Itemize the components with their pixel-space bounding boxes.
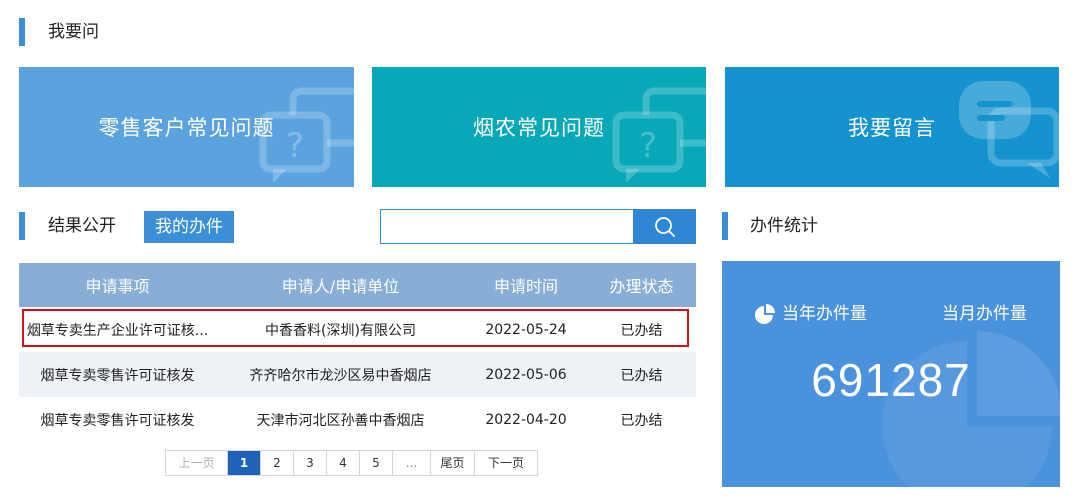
svg-text:?: ?	[286, 126, 304, 166]
cell-status: 已办结	[620, 412, 663, 429]
search-icon	[654, 216, 675, 237]
last-page-button[interactable]: 尾页	[431, 451, 475, 475]
cell-item: 烟草专卖生产企业许可证核...	[19, 307, 216, 352]
cell-status: 已办结	[587, 307, 696, 352]
cell-date: 2022-05-06	[465, 352, 587, 397]
page-ellipsis: ...	[393, 451, 431, 475]
table-header-row: 申请事项 申请人/申请单位 申请时间 办理状态	[19, 263, 696, 307]
header-status: 办理状态	[587, 263, 696, 307]
page-4-button[interactable]: 4	[327, 451, 360, 475]
leave-message-label: 我要留言	[848, 116, 936, 140]
page-3-button[interactable]: 3	[294, 451, 327, 475]
header-item: 申请事项	[19, 263, 216, 307]
pie-chart-icon	[755, 304, 775, 324]
cell-applicant: 天津市河北区孙善中香烟店	[256, 412, 425, 429]
monthly-count-label: 当月办件量	[942, 304, 1027, 324]
farmer-faq-label: 烟农常见问题	[473, 116, 605, 140]
tab-annual-count[interactable]: 当年办件量	[754, 303, 867, 325]
stats-section-title: 办件统计	[750, 216, 818, 236]
header-applicant: 申请人/申请单位	[216, 263, 465, 307]
ask-section-title: 我要问	[48, 22, 99, 42]
results-table: 申请事项 申请人/申请单位 申请时间 办理状态 烟草专卖生产企业许可证核... …	[19, 263, 696, 442]
page-5-button[interactable]: 5	[360, 451, 393, 475]
table-row[interactable]: 烟草专卖零售许可证核发 齐齐哈尔市龙沙区易中香烟店 2022-05-06 已办结	[19, 352, 696, 397]
stats-card: 当年办件量 当月办件量 691287	[722, 261, 1060, 487]
cell-status: 已办结	[587, 352, 696, 397]
message-bubble-icon	[959, 81, 1059, 179]
header-date: 申请时间	[465, 263, 587, 307]
cell-item: 烟草专卖零售许可证核发	[19, 352, 216, 397]
cell-applicant: 中香香料(深圳)有限公司	[216, 307, 465, 352]
retail-faq-card[interactable]: ? 零售客户常见问题	[19, 67, 354, 187]
cell-applicant: 齐齐哈尔市龙沙区易中香烟店	[216, 352, 465, 397]
page-2-button[interactable]: 2	[261, 451, 294, 475]
table-row[interactable]: 烟草专卖零售许可证核发 天津市河北区孙善中香烟店 2022-04-20 已办结	[19, 397, 696, 442]
next-page-button[interactable]: 下一页	[475, 451, 537, 475]
pagination: 上一页 1 2 3 4 5 ... 尾页 下一页	[165, 450, 538, 476]
cell-date: 2022-05-24	[465, 307, 587, 352]
farmer-faq-card[interactable]: ? 烟农常见问题	[372, 67, 706, 187]
annual-count-label: 当年办件量	[782, 304, 867, 324]
page-1-button[interactable]: 1	[228, 451, 261, 475]
question-bubble-icon: ?	[612, 87, 706, 183]
search-input[interactable]	[380, 209, 634, 244]
section-marker	[19, 212, 25, 240]
section-marker	[19, 18, 25, 46]
retail-faq-label: 零售客户常见问题	[98, 116, 275, 140]
table-row[interactable]: 烟草专卖生产企业许可证核... 中香香料(深圳)有限公司 2022-05-24 …	[19, 307, 696, 352]
tab-my-cases[interactable]: 我的办件	[144, 211, 234, 243]
tab-public-results[interactable]: 结果公开	[48, 212, 116, 240]
section-marker	[722, 212, 728, 240]
search-button[interactable]	[633, 209, 696, 244]
leave-message-card[interactable]: 我要留言	[725, 67, 1059, 187]
case-count-value: 691287	[811, 354, 971, 406]
svg-text:?: ?	[639, 126, 657, 166]
cell-date: 2022-04-20	[485, 411, 567, 428]
tab-monthly-count[interactable]: 当月办件量	[942, 303, 1027, 325]
cell-item: 烟草专卖零售许可证核发	[40, 412, 195, 429]
prev-page-button[interactable]: 上一页	[166, 451, 228, 475]
